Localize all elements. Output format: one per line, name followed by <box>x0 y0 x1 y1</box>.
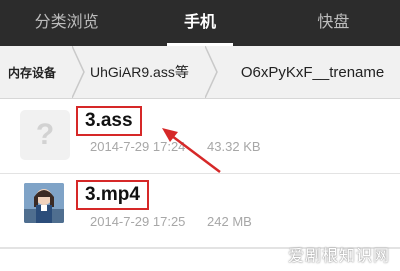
file-date: 2014-7-29 17:25 <box>90 214 186 229</box>
breadcrumb-separator-icon <box>72 46 86 98</box>
file-name: 3.mp4 <box>76 180 149 210</box>
file-meta: 2014-7-29 17:24 43.32 KB <box>90 139 261 154</box>
tab-category-browse[interactable]: 分类浏览 <box>0 0 133 46</box>
breadcrumb-item-current[interactable]: O6xPyKxF__trename <box>219 46 400 98</box>
video-thumbnail <box>24 183 64 223</box>
file-row[interactable]: 3.mp4 2014-7-29 17:25 242 MB <box>0 174 400 249</box>
file-name: 3.ass <box>76 106 142 136</box>
breadcrumb-separator-icon <box>204 46 219 98</box>
watermark: 爱剧根知识网 <box>287 248 390 265</box>
file-date: 2014-7-29 17:24 <box>90 139 186 154</box>
tab-kuaipan[interactable]: 快盘 <box>267 0 400 46</box>
breadcrumb-item-storage[interactable]: 内存设备 <box>0 46 72 98</box>
file-row[interactable]: ? 3.ass 2014-7-29 17:24 43.32 KB <box>0 99 400 174</box>
breadcrumb-item-folder[interactable]: UhGiAR9.ass等 <box>86 46 205 98</box>
file-meta: 2014-7-29 17:25 242 MB <box>90 214 252 229</box>
tab-phone[interactable]: 手机 <box>133 0 266 46</box>
file-size: 43.32 KB <box>207 139 261 154</box>
file-size: 242 MB <box>207 214 252 229</box>
file-list: ? 3.ass 2014-7-29 17:24 43.32 KB 3.mp4 2… <box>0 99 400 249</box>
top-tab-bar: 分类浏览 手机 快盘 <box>0 0 400 46</box>
unknown-file-icon: ? <box>20 110 70 160</box>
breadcrumb: 内存设备 UhGiAR9.ass等 O6xPyKxF__trename <box>0 46 400 99</box>
